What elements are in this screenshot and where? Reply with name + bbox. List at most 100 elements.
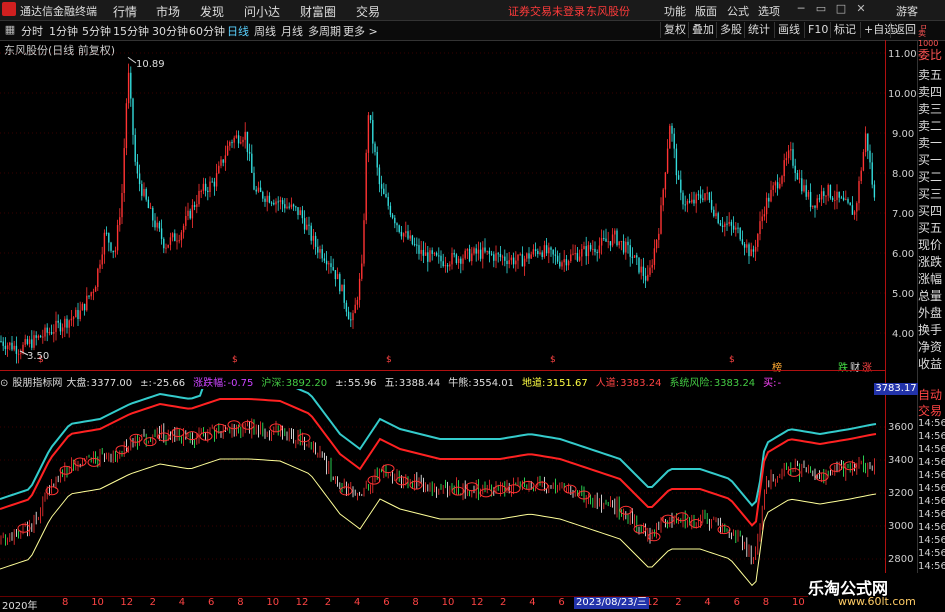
- sidebar-item[interactable]: 收益: [918, 355, 945, 372]
- tab-multi-period[interactable]: 多周期: [308, 23, 341, 39]
- btn-stats[interactable]: 统计: [744, 22, 773, 38]
- candle-body: [387, 196, 389, 206]
- finance-marker[interactable]: 财: [850, 359, 860, 374]
- indicator-name[interactable]: 股朋指标网: [12, 378, 62, 389]
- indicator-field: ±:-25.66: [140, 378, 189, 389]
- tab-30min[interactable]: 30分钟: [152, 23, 188, 39]
- maximize-icon[interactable]: □: [834, 2, 848, 16]
- indicator-chart[interactable]: [0, 389, 885, 596]
- menu-formula[interactable]: 公式: [727, 3, 749, 19]
- candle-body: [567, 261, 570, 266]
- btn-overlay[interactable]: 叠加: [688, 22, 717, 38]
- x-tick: 4: [354, 597, 361, 608]
- tab-60min[interactable]: 60分钟: [189, 23, 225, 39]
- y-tick: 10.00: [888, 89, 917, 100]
- sidebar-item[interactable]: 买二: [918, 168, 945, 185]
- candle-body: [543, 245, 546, 257]
- menu-function[interactable]: 功能: [664, 3, 686, 19]
- btn-f10[interactable]: F10: [804, 22, 831, 38]
- rise-marker[interactable]: 涨: [862, 359, 872, 374]
- tab-daily[interactable]: 日线: [227, 23, 249, 39]
- candle-body: [81, 303, 84, 311]
- candle-body: [697, 194, 700, 196]
- candle-body: [163, 238, 165, 249]
- tab-more[interactable]: 更多 >: [343, 23, 378, 39]
- candle-body: [189, 210, 191, 219]
- btn-back[interactable]: 返回: [890, 22, 919, 38]
- rank-marker[interactable]: 榜: [772, 359, 782, 374]
- candle-body: [746, 244, 748, 248]
- indicator-field-label: 系统风险:: [669, 378, 713, 389]
- sidebar-item[interactable]: 买三: [918, 185, 945, 202]
- tab-intraday[interactable]: 分时: [21, 23, 43, 39]
- sidebar-item[interactable]: 买四: [918, 202, 945, 219]
- sidebar-item[interactable]: 买一: [918, 151, 945, 168]
- menu-options[interactable]: 选项: [758, 3, 780, 19]
- sidebar-item[interactable]: 卖一: [918, 134, 945, 151]
- menu-discover[interactable]: 发现: [200, 3, 224, 20]
- tab-monthly[interactable]: 月线: [281, 23, 303, 39]
- x-tick: 12: [470, 597, 484, 608]
- time-label: 14:56: [918, 496, 945, 507]
- candle-body: [70, 318, 73, 321]
- candle-body: [477, 249, 480, 254]
- sidebar-item[interactable]: 卖三: [918, 100, 945, 117]
- btn-mark[interactable]: 标记: [830, 22, 859, 38]
- candle-body: [125, 103, 128, 149]
- sidebar-item[interactable]: 卖五: [918, 66, 945, 83]
- menu-trade[interactable]: 交易: [356, 3, 380, 20]
- candle-body: [664, 172, 667, 190]
- menu-layout[interactable]: 版面: [695, 3, 717, 19]
- candle-body: [702, 198, 704, 200]
- indicator-field-value: 3388.44: [398, 378, 441, 389]
- candle-body: [341, 284, 343, 292]
- candle-body: [22, 344, 24, 353]
- menu-ask-xiaoda[interactable]: 问小达: [244, 3, 280, 20]
- tab-5min[interactable]: 5分钟: [82, 23, 111, 39]
- tab-15min[interactable]: 15分钟: [113, 23, 149, 39]
- sidebar-item[interactable]: 涨跌: [918, 253, 945, 270]
- sidebar-item[interactable]: 涨幅: [918, 270, 945, 287]
- minimize-icon[interactable]: ─: [794, 2, 808, 16]
- candle-body: [209, 181, 211, 193]
- guest-label[interactable]: 游客: [896, 3, 918, 19]
- sidebar-item[interactable]: 卖二: [918, 117, 945, 134]
- candle-body: [849, 202, 851, 206]
- sidebar-item[interactable]: 现价: [918, 236, 945, 253]
- candle-body: [517, 254, 519, 261]
- btn-draw-line[interactable]: 画线: [774, 22, 803, 38]
- sidebar-item[interactable]: 卖四: [918, 83, 945, 100]
- sidebar-item[interactable]: 总量: [918, 287, 945, 304]
- candle-body: [721, 225, 724, 227]
- tab-1min[interactable]: 1分钟: [49, 23, 78, 39]
- sidebar-item[interactable]: 净资: [918, 338, 945, 355]
- x-tick: 2: [500, 597, 507, 608]
- fall-marker[interactable]: 跌: [838, 359, 848, 374]
- tab-weekly[interactable]: 周线: [254, 23, 276, 39]
- trade-login-warning[interactable]: 证券交易未登录: [508, 3, 585, 19]
- price-chart[interactable]: $ $ $ $ $: [0, 40, 885, 370]
- restore-icon[interactable]: ▭: [814, 2, 828, 16]
- menu-market[interactable]: 市场: [156, 3, 180, 20]
- candle-body: [270, 202, 273, 204]
- indicator-header: ⊙ 股朋指标网 大盘:3377.00 ±:-25.66 涨跌幅:-0.75 沪深:3892…: [0, 374, 793, 389]
- sidebar-item[interactable]: 外盘: [918, 304, 945, 321]
- grid-icon[interactable]: ▦: [3, 23, 17, 37]
- trade-button[interactable]: 交易: [918, 402, 942, 419]
- auto-button[interactable]: 自动: [918, 386, 942, 403]
- y-tick: 5.00: [892, 289, 915, 300]
- signal-marker: [829, 462, 843, 472]
- btn-adjust[interactable]: 复权: [660, 22, 689, 38]
- menu-quotes[interactable]: 行情: [113, 3, 137, 20]
- candle-body: [411, 235, 414, 245]
- sidebar-item[interactable]: 换手: [918, 321, 945, 338]
- candle-body: [691, 199, 693, 203]
- sidebar-item[interactable]: 买五: [918, 219, 945, 236]
- menu-wealth-circle[interactable]: 财富圈: [300, 3, 336, 20]
- candle-body: [28, 339, 31, 344]
- candle-body: [794, 165, 796, 174]
- indicator-field-value: 3383.24: [620, 378, 662, 389]
- close-icon[interactable]: ✕: [854, 2, 868, 16]
- btn-multi-stock[interactable]: 多股: [716, 22, 745, 38]
- settings-icon[interactable]: ⊙: [0, 378, 8, 389]
